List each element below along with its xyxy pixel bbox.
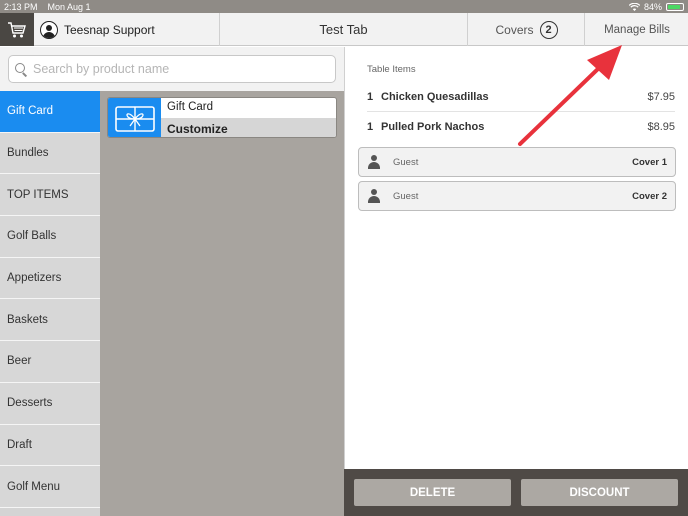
category-baskets[interactable]: Baskets: [0, 299, 100, 342]
search-area: [0, 47, 344, 91]
item-qty: 1: [367, 90, 374, 103]
covers-button[interactable]: Covers 2: [469, 13, 585, 46]
header-bar: Teesnap Support Test Tab Covers 2 Manage…: [0, 13, 688, 46]
status-bar: 2:13 PM Mon Aug 1 84%: [0, 0, 688, 13]
item-name: Chicken Quesadillas: [381, 90, 489, 103]
guest-cover-1[interactable]: Guest Cover 1: [358, 147, 676, 177]
search-icon: [15, 62, 28, 76]
delete-button[interactable]: DELETE: [354, 479, 511, 506]
table-items-label: Table Items: [367, 64, 416, 75]
tab-title[interactable]: Test Tab: [220, 13, 468, 46]
category-golf-menu[interactable]: Golf Menu: [0, 466, 100, 508]
covers-label: Covers: [495, 22, 534, 37]
person-icon: [367, 155, 381, 169]
guest-name: Guest: [393, 156, 419, 168]
category-gift-card[interactable]: Gift Card: [0, 91, 100, 133]
order-line-item[interactable]: 1 Chicken Quesadillas $7.95: [367, 82, 675, 112]
item-price: $8.95: [647, 121, 675, 133]
category-golf-balls[interactable]: Golf Balls: [0, 216, 100, 258]
user-avatar-icon: [40, 20, 58, 39]
search-box[interactable]: [8, 55, 336, 83]
cover-label: Cover 2: [632, 190, 667, 202]
status-time: 2:13 PM: [4, 1, 38, 12]
product-card-gift-card[interactable]: Gift Card Customize: [107, 97, 337, 138]
action-bar: DELETE DISCOUNT: [344, 469, 688, 516]
battery-fill: [668, 4, 680, 9]
customize-button[interactable]: Customize: [161, 118, 336, 137]
order-line-item[interactable]: 1 Pulled Pork Nachos $8.95: [367, 112, 675, 142]
covers-count-badge: 2: [539, 20, 558, 39]
user-account[interactable]: Teesnap Support: [34, 13, 220, 46]
guest-name: Guest: [393, 190, 419, 202]
category-top-items[interactable]: TOP ITEMS: [0, 174, 100, 217]
item-name: Pulled Pork Nachos: [381, 121, 485, 133]
cover-label: Cover 1: [632, 156, 667, 168]
battery-percent: 84%: [643, 1, 662, 12]
bill-panel: Table Items 1 Chicken Quesadillas $7.95 …: [344, 47, 688, 469]
shopping-cart-icon: [8, 21, 26, 37]
item-qty: 1: [367, 121, 374, 133]
battery-icon: [666, 2, 684, 11]
status-right: 84%: [628, 1, 684, 12]
category-desserts[interactable]: Desserts: [0, 382, 100, 425]
category-bundles[interactable]: Bundles: [0, 132, 100, 175]
person-icon: [367, 189, 381, 203]
wifi-icon: [628, 2, 640, 11]
status-date: Mon Aug 1: [47, 1, 91, 12]
item-price: $7.95: [647, 90, 675, 103]
product-grid: Gift Card Customize: [100, 91, 344, 516]
manage-bills-button[interactable]: Manage Bills: [586, 13, 688, 46]
user-name: Teesnap Support: [64, 22, 155, 37]
search-input[interactable]: [33, 62, 323, 76]
gift-icon: [114, 105, 155, 132]
category-appetizers[interactable]: Appetizers: [0, 257, 100, 300]
cart-button[interactable]: [0, 13, 34, 46]
discount-button[interactable]: DISCOUNT: [521, 479, 678, 506]
guest-cover-2[interactable]: Guest Cover 2: [358, 181, 676, 211]
product-thumbnail: [108, 98, 161, 137]
product-name: Gift Card: [167, 101, 214, 113]
category-draft[interactable]: Draft: [0, 424, 100, 467]
category-beer[interactable]: Beer: [0, 341, 100, 383]
category-list: Gift Card Bundles TOP ITEMS Golf Balls A…: [0, 91, 100, 516]
